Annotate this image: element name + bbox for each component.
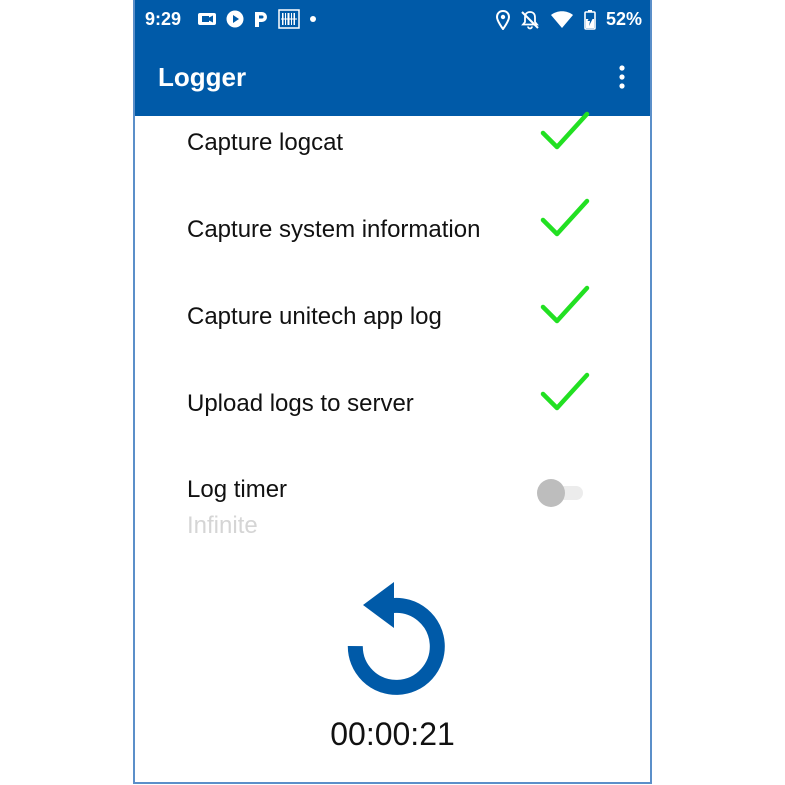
battery-icon xyxy=(584,9,596,30)
log-timer-toggle[interactable] xyxy=(537,478,585,507)
status-bar: 9:29 52% xyxy=(135,0,650,40)
status-time: 9:29 xyxy=(145,9,182,29)
dot-icon xyxy=(310,16,316,22)
parking-icon xyxy=(255,12,267,27)
setting-label: Capture system information xyxy=(187,216,481,243)
setting-upload-logs-to-server[interactable]: Upload logs to server xyxy=(187,372,607,450)
setting-label: Capture unitech app log xyxy=(187,303,442,330)
app-bar: Logger xyxy=(135,40,650,116)
setting-capture-logcat[interactable]: Capture logcat xyxy=(187,111,607,189)
log-timer-value: Infinite xyxy=(187,512,258,539)
camera-icon xyxy=(198,13,216,25)
more-vert-icon[interactable] xyxy=(616,64,628,92)
location-icon xyxy=(495,9,510,30)
play-icon xyxy=(226,10,244,28)
setting-label: Capture logcat xyxy=(187,129,344,156)
barcode-icon xyxy=(278,9,300,29)
elapsed-timer: 00:00:21 xyxy=(330,716,455,752)
setting-capture-system-information[interactable]: Capture system information xyxy=(187,198,607,276)
phone-screen: 9:29 52% Logger Capture logcat Capture s… xyxy=(133,0,652,784)
setting-log-timer[interactable]: Log timer Infinite xyxy=(187,476,607,546)
check-icon[interactable] xyxy=(539,196,591,240)
battery-percent: 52% xyxy=(605,9,642,29)
check-icon[interactable] xyxy=(539,370,591,414)
log-timer-label: Log timer xyxy=(187,476,288,503)
refresh-icon[interactable] xyxy=(341,580,451,698)
wifi-icon xyxy=(550,10,573,28)
check-icon[interactable] xyxy=(539,283,591,327)
setting-label: Upload logs to server xyxy=(187,390,414,417)
setting-capture-unitech-app-log[interactable]: Capture unitech app log xyxy=(187,285,607,363)
toggle-thumb xyxy=(537,479,565,507)
notifications-off-icon xyxy=(521,10,539,29)
check-icon[interactable] xyxy=(539,109,591,153)
app-title: Logger xyxy=(158,62,247,92)
